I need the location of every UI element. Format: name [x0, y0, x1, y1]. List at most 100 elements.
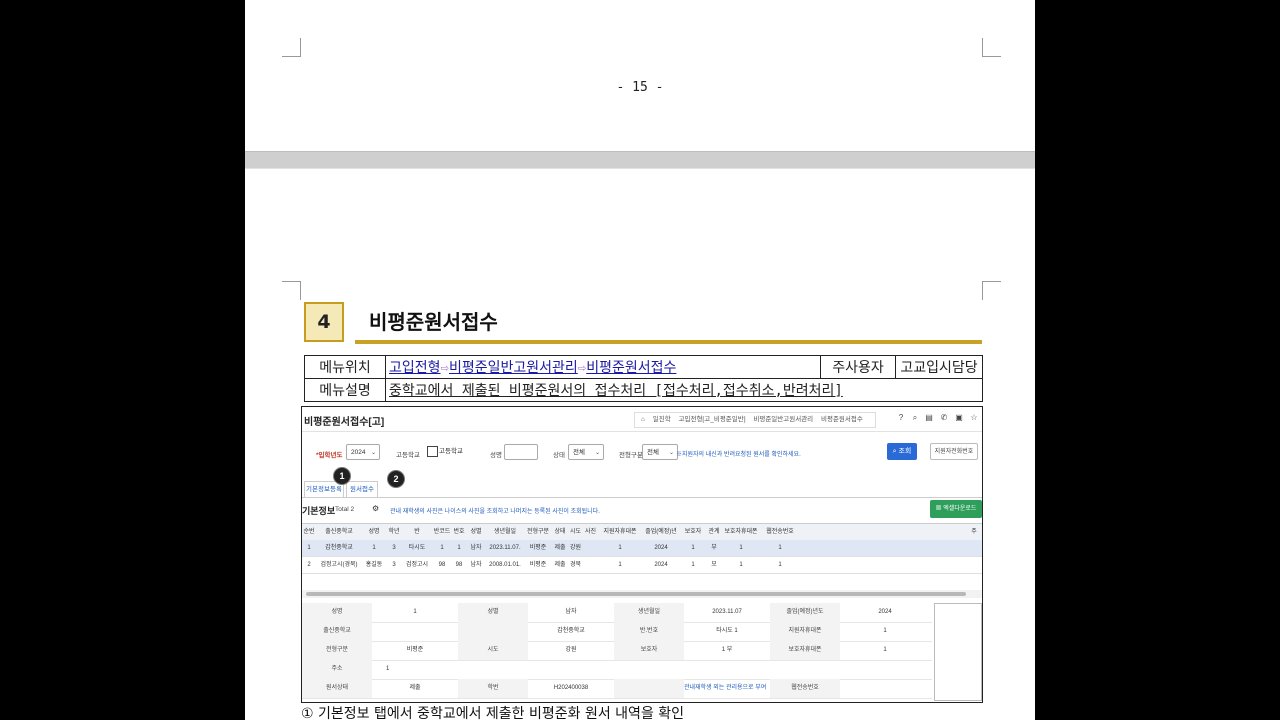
detail-value: 1 — [883, 647, 887, 653]
column-header: 상태 — [554, 529, 566, 535]
menu-desc-row: 메뉴설명 중학교에서 제출된 비평준원서의 접수처리 [접수처리,접수취소,반려… — [304, 378, 983, 402]
detail-value: 2024 — [878, 609, 892, 615]
detail-label: 보호자휴대폰 — [770, 641, 840, 660]
document-icon[interactable]: ▤ — [924, 413, 934, 423]
detail-value: 비평준 — [406, 647, 424, 653]
school-field[interactable]: 고등학교 — [423, 444, 471, 460]
excel-icon: ▦ — [935, 506, 942, 512]
detail-row: 전형구분 비평준 시도 강원 보호자 1 부 보호자휴대폰 1 — [302, 641, 932, 661]
detail-label: 출신중학교 — [302, 622, 372, 641]
table-cell: 갑천중학교 — [325, 545, 353, 551]
grid-title: 기본정보 — [302, 506, 336, 516]
breadcrumb-item[interactable]: 일진학 — [653, 416, 671, 423]
column-header: 학년 — [388, 529, 400, 535]
column-header: 사진 — [584, 529, 597, 535]
help-icon[interactable]: ? — [896, 413, 906, 423]
filter-hint: ※지원자의 내신과 반려요청된 원서를 확인하세요. — [676, 452, 801, 458]
menu-desc-label: 메뉴설명 — [304, 378, 386, 402]
column-header: 전형구분 — [526, 529, 550, 535]
table-cell: 2008.01.01. — [489, 562, 521, 568]
column-header: 반 — [414, 529, 420, 535]
table-cell: 1 — [457, 545, 461, 551]
tab-application[interactable]: 원서접수 — [346, 481, 378, 497]
detail-label: 원서상태 — [302, 679, 372, 698]
table-cell: 경북 — [569, 562, 582, 568]
document-page: - 15 - 4 비평준원서접수 메뉴위치 고입전형⇨비평준일반고원서관리⇨비평… — [245, 0, 1035, 720]
table-cell: 1 — [691, 562, 695, 568]
chevron-down-icon: ⌄ — [370, 450, 376, 456]
detail-label: 주소 — [302, 660, 372, 679]
detail-value: 관내재학생 외는 관리용으로 부여 — [684, 685, 767, 691]
window-icon[interactable]: ▣ — [954, 413, 964, 423]
column-header: 시도 — [569, 529, 582, 535]
table-cell: 1 — [739, 562, 743, 568]
column-header: 보호자휴대폰 — [724, 529, 758, 535]
column-header: 웹전송번호 — [766, 529, 794, 535]
detail-value — [840, 679, 930, 698]
page-number: - 15 - — [616, 80, 664, 95]
year-value: 2024 — [351, 449, 366, 456]
menu-path-item[interactable]: 비평준원서접수 — [586, 360, 676, 376]
type-select[interactable]: 전체 ⌄ — [642, 444, 678, 460]
phone-icon[interactable]: ✆ — [939, 413, 949, 423]
search-icon: ⌕ — [892, 448, 897, 455]
arrow-icon: ⇨ — [577, 360, 587, 376]
scrollbar-thumb[interactable] — [306, 592, 966, 596]
table-cell: 98 — [438, 562, 446, 568]
table-row[interactable]: 1 갑천중학교 1 3 타시도 1 1 남자 2023.11.07. 비평준 제출 강원 1 2024 1 부… — [302, 540, 982, 557]
detail-row: 성명 1 성별 남자 생년월일 2023.11.07 졸업(예정)년도 2024 — [302, 603, 932, 623]
table-cell: 1 — [618, 562, 622, 568]
name-input[interactable] — [504, 444, 538, 460]
excel-download-button[interactable]: ▦ 엑셀다운로드 — [930, 500, 982, 518]
checkbox-icon — [427, 445, 438, 457]
table-row[interactable]: 2 검정고시(경북) 홍길동 3 검정고시 98 98 남자 2008.01.01. 비평준 제출 경… — [302, 557, 982, 574]
breadcrumb-item[interactable]: 비평준일반고원서관리 — [753, 416, 813, 423]
settings-icon[interactable]: ⚙ — [372, 504, 379, 513]
grid-total: Total 2 — [335, 506, 355, 513]
column-header: 성별 — [470, 529, 482, 535]
detail-row: 원서상태 제출 학번 H202400038 관내재학생 외는 관리용으로 부여 웹전송번호 — [302, 679, 932, 699]
table-cell: 1 — [778, 545, 782, 551]
screenshot-header: 비평준원서접수[고] ⌂ 일진학 고입전형[고_비평준일반] 비평준일반고원서관… — [302, 407, 982, 432]
detail-row: 출신중학교 갑천중학교 반.번호 타시도 1 지원자휴대폰 1 — [302, 622, 932, 642]
menu-path-item[interactable]: 고입전형 — [389, 360, 441, 376]
home-icon[interactable]: ⌂ — [641, 416, 645, 423]
section-title-rule — [355, 340, 982, 344]
menu-info-table: 메뉴위치 고입전형⇨비평준일반고원서관리⇨비평준원서접수 주사용자 고교입시담당… — [304, 355, 983, 402]
column-header: 반코드 — [433, 529, 451, 535]
detail-label — [614, 679, 684, 698]
detail-label — [458, 622, 528, 641]
breadcrumb-item[interactable]: 고입전형[고_비평준일반] — [679, 416, 746, 423]
detail-label: 시도 — [458, 641, 528, 660]
grid-note: 관내 재학생의 사진은 나이스의 사진을 조회하고 나머지는 등록된 사진이 조… — [390, 509, 600, 515]
year-label: *입학년도 — [316, 452, 343, 459]
column-header: 관계 — [708, 529, 720, 535]
embedded-screenshot: 비평준원서접수[고] ⌂ 일진학 고입전형[고_비평준일반] 비평준일반고원서관… — [301, 406, 983, 703]
status-value: 전체 — [573, 449, 585, 456]
menu-path-item[interactable]: 비평준일반고원서관리 — [449, 360, 578, 376]
screen-title: 비평준원서접수[고] — [304, 417, 385, 428]
caption: ① 기본정보 탭에서 중학교에서 제출한 비평준화 원서 내역을 확인 — [301, 706, 685, 720]
table-cell: 비평준 — [529, 545, 547, 551]
table-cell: 2 — [307, 562, 311, 568]
table-cell: 1 — [618, 545, 622, 551]
breadcrumb-item[interactable]: 비평준원서접수 — [821, 416, 863, 423]
menu-desc-value: 중학교에서 제출된 비평준원서의 접수처리 [접수처리,접수취소,반려처리] — [385, 378, 983, 402]
main-user-value: 고교입시담당 — [895, 355, 983, 379]
table-cell: 1 — [739, 545, 743, 551]
horizontal-scrollbar[interactable] — [302, 590, 982, 598]
crop-mark-bottom-right — [982, 281, 1001, 300]
search-icon[interactable]: ⌕ — [910, 413, 920, 423]
table-cell: 2024 — [654, 562, 668, 568]
menu-location-label: 메뉴위치 — [304, 355, 386, 379]
year-select[interactable]: 2024 ⌄ — [346, 444, 380, 460]
table-cell: 남자 — [470, 562, 482, 568]
status-select[interactable]: 전체 ⌄ — [568, 444, 604, 460]
search-button[interactable]: ⌕ 조회 — [887, 443, 917, 460]
star-icon[interactable]: ☆ — [969, 413, 979, 423]
detail-value: 갑천중학교 — [557, 628, 585, 634]
page-separator — [245, 151, 1035, 169]
phone-number-button[interactable]: 지원자전화번호 — [930, 443, 978, 460]
search-button-label: 조회 — [898, 448, 912, 455]
table-cell: 1 — [778, 562, 782, 568]
